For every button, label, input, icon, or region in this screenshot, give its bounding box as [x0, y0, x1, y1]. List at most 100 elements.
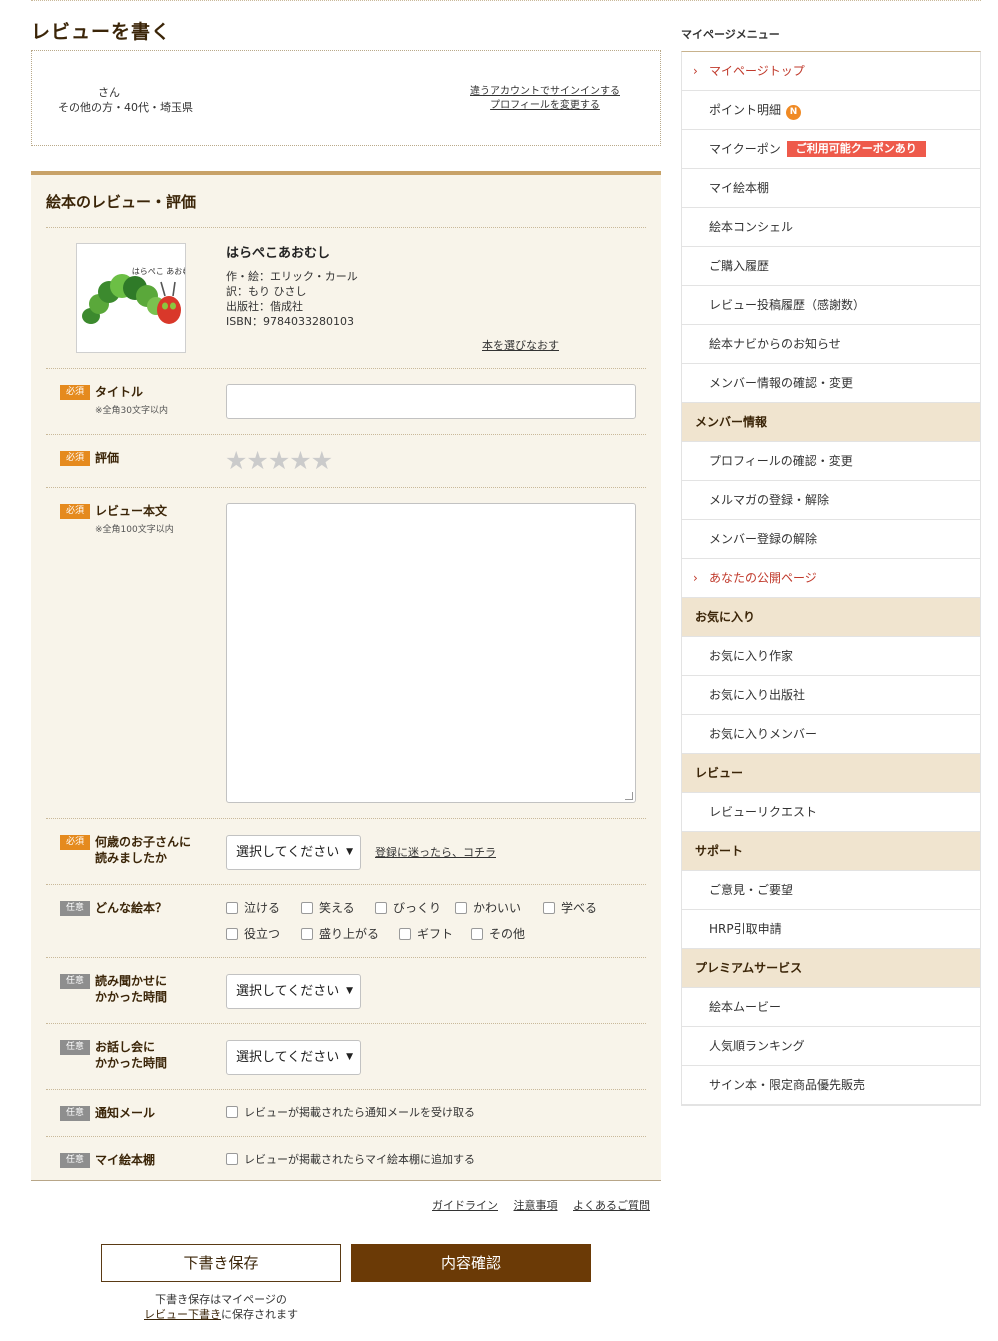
checkbox[interactable]	[301, 928, 313, 940]
checkbox[interactable]	[226, 1153, 238, 1165]
guideline-link[interactable]: ガイドライン	[432, 1199, 498, 1212]
divider	[46, 368, 646, 369]
sidebar-section-favorites: お気に入り	[682, 598, 980, 637]
sidebar-item-signed-books[interactable]: サイン本・限定商品優先販売	[682, 1066, 980, 1105]
checkbox[interactable]	[301, 902, 313, 914]
checkbox[interactable]	[226, 902, 238, 914]
checkbox[interactable]	[543, 902, 555, 914]
notify-checkbox-option[interactable]: レビューが掲載されたら通知メールを受け取る	[226, 1106, 475, 1120]
sidebar-section-review: レビュー	[682, 754, 980, 793]
book-type-option[interactable]: 笑える	[301, 901, 355, 915]
sidebar-section-support: サポート	[682, 832, 980, 871]
sidebar-item-profile[interactable]: プロフィールの確認・変更	[682, 442, 980, 481]
user-info: その他の方・40代・埼玉県	[58, 101, 193, 114]
change-profile-link[interactable]: プロフィールを変更する	[470, 99, 620, 113]
chevron-right-icon: ›	[693, 64, 698, 78]
checkbox[interactable]	[375, 902, 387, 914]
coupon-available-badge: ご利用可能クーポンあり	[786, 141, 926, 157]
chevron-right-icon: ›	[693, 571, 698, 585]
sidebar-item-bookshelf[interactable]: マイ絵本棚	[682, 169, 980, 208]
divider	[46, 434, 646, 435]
book-isbn: ISBN：9784033280103	[226, 315, 354, 328]
book-type-option[interactable]: 盛り上がる	[301, 927, 379, 941]
divider	[46, 1136, 646, 1137]
new-badge: N	[786, 105, 802, 120]
sidebar-item-unregister[interactable]: メンバー登録の解除	[682, 520, 980, 559]
review-body-textarea[interactable]	[226, 503, 636, 803]
sidebar-item-fav-member[interactable]: お気に入りメンバー	[682, 715, 980, 754]
title-label: タイトル	[95, 385, 144, 399]
sidebar-item-feedback[interactable]: ご意見・ご要望	[682, 871, 980, 910]
checkbox[interactable]	[226, 1106, 238, 1118]
sidebar-item-mypage-top[interactable]: › マイページトップ	[682, 52, 980, 91]
child-age-selected: 選択してください	[236, 845, 340, 860]
reselect-book-link[interactable]: 本を選びなおす	[482, 337, 559, 353]
sidebar-item-review-request[interactable]: レビューリクエスト	[682, 793, 980, 832]
sidebar-item-movie[interactable]: 絵本ムービー	[682, 988, 980, 1027]
checkbox[interactable]	[226, 928, 238, 940]
sidebar-item-fav-author[interactable]: お気に入り作家	[682, 637, 980, 676]
confirm-button[interactable]: 内容確認	[351, 1244, 591, 1282]
book-type-option[interactable]: 学べる	[543, 901, 597, 915]
sidebar-section-member: メンバー情報	[682, 403, 980, 442]
optional-badge: 任意	[60, 1153, 90, 1168]
book-type-option[interactable]: かわいい	[455, 901, 521, 915]
divider	[46, 227, 646, 228]
sidebar-item-public-page[interactable]: › あなたの公開ページ	[682, 559, 980, 598]
sidebar-item-news[interactable]: 絵本ナビからのお知らせ	[682, 325, 980, 364]
sidebar-item-ranking[interactable]: 人気順ランキング	[682, 1027, 980, 1066]
shelf-checkbox-option[interactable]: レビューが掲載されたらマイ絵本棚に追加する	[226, 1153, 475, 1167]
optional-badge: 任意	[60, 1106, 90, 1121]
divider	[46, 818, 646, 819]
sidebar-item-fav-publisher[interactable]: お気に入り出版社	[682, 676, 980, 715]
sidebar-item-coupon[interactable]: マイクーポン ご利用可能クーポンあり	[682, 130, 980, 169]
sidebar-item-review-history[interactable]: レビュー投稿履歴（感謝数）	[682, 286, 980, 325]
user-box: さん その他の方・40代・埼玉県 違うアカウントでサインインする プロフィールを…	[31, 50, 661, 146]
faq-link[interactable]: よくあるご質問	[573, 1199, 650, 1212]
page-title: レビューを書く	[31, 21, 172, 43]
sidebar-item-hrp[interactable]: HRP引取申請	[682, 910, 980, 949]
divider	[46, 487, 646, 488]
story-time-label-line2: かかった時間	[95, 1056, 168, 1070]
notify-label: 通知メール	[95, 1106, 156, 1120]
book-type-option[interactable]: 泣ける	[226, 901, 280, 915]
story-time-label-line1: お話し会に	[95, 1040, 156, 1054]
sidebar-item-purchase-history[interactable]: ご購入履歴	[682, 247, 980, 286]
sidebar-item-concierge[interactable]: 絵本コンシェル	[682, 208, 980, 247]
sidebar-item-points[interactable]: ポイント明細 N	[682, 91, 980, 130]
read-time-select[interactable]: 選択してください ▼	[226, 974, 361, 1009]
book-meta: 作・絵：エリック・カール 訳：もり ひさし 出版社：偕成社 ISBN：97840…	[226, 269, 358, 329]
read-time-label-line1: 読み聞かせに	[95, 974, 168, 988]
review-body-note: ※全角100文字以内	[95, 525, 174, 535]
rating-stars[interactable]: ★★★★★	[225, 446, 333, 475]
age-help-link[interactable]: 登録に迷ったら、コチラ	[375, 844, 496, 860]
dropdown-arrow-icon: ▼	[346, 986, 353, 996]
save-draft-button[interactable]: 下書き保存	[101, 1244, 341, 1282]
footer-links: ガイドライン 注意事項 よくあるご質問	[420, 1197, 650, 1213]
checkbox[interactable]	[455, 902, 467, 914]
story-time-select[interactable]: 選択してください ▼	[226, 1040, 361, 1075]
divider	[46, 884, 646, 885]
draft-note: 下書き保存はマイページの レビュー下書きに保存されます	[101, 1292, 341, 1322]
shelf-label: マイ絵本棚	[95, 1153, 156, 1167]
title-input[interactable]	[226, 384, 636, 419]
required-badge: 必須	[60, 451, 90, 466]
read-time-label: 読み聞かせに かかった時間	[95, 973, 167, 1005]
sidebar-item-mailmag[interactable]: メルマガの登録・解除	[682, 481, 980, 520]
read-time-selected: 選択してください	[236, 984, 340, 999]
user-name: さん	[98, 86, 120, 99]
notes-link[interactable]: 注意事項	[514, 1199, 558, 1212]
checkbox[interactable]	[399, 928, 411, 940]
book-type-option[interactable]: 役立つ	[226, 927, 280, 941]
review-draft-link[interactable]: レビュー下書き	[144, 1308, 221, 1321]
resize-handle[interactable]	[625, 792, 633, 800]
sidebar-item-member-info[interactable]: メンバー情報の確認・変更	[682, 364, 980, 403]
book-type-option[interactable]: びっくり	[375, 901, 441, 915]
book-type-option[interactable]: ギフト	[399, 927, 453, 941]
book-type-option[interactable]: その他	[471, 927, 525, 941]
book-type-label: どんな絵本？	[95, 901, 168, 915]
checkbox[interactable]	[471, 928, 483, 940]
child-age-select[interactable]: 選択してください ▼	[226, 835, 361, 870]
book-cover-image: はらぺこ あおむし	[76, 243, 198, 353]
switch-account-link[interactable]: 違うアカウントでサインインする	[470, 85, 620, 99]
